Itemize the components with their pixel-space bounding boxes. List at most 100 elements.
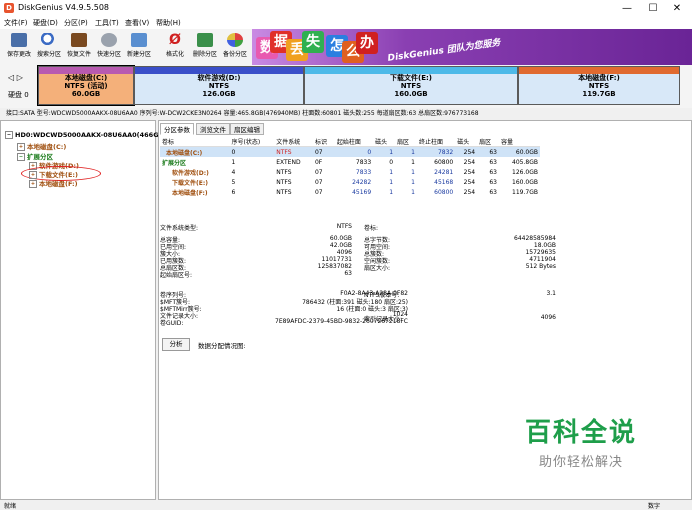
table-cell: 126.0GB bbox=[512, 168, 538, 176]
search-partition-button[interactable]: 搜索分区 bbox=[37, 33, 61, 58]
quick-partition-button[interactable]: 快速分区 bbox=[97, 33, 121, 58]
new-partition-button[interactable]: 新建分区 bbox=[127, 33, 151, 58]
menu-tools[interactable]: 工具(T) bbox=[95, 18, 119, 28]
table-cell: 60800 bbox=[434, 188, 454, 196]
partition-size: 126.0GB bbox=[202, 90, 236, 98]
table-cell: 07 bbox=[314, 148, 323, 156]
table-cell: 254 bbox=[463, 158, 476, 166]
table-cell: 24281 bbox=[434, 168, 454, 176]
table-cell: 60.0GB bbox=[515, 148, 538, 156]
col-header[interactable]: 标识 bbox=[312, 136, 335, 147]
watermark-subtitle: 助你轻松解决 bbox=[538, 455, 623, 470]
tree-disk-node[interactable]: − HD0:WDCWD5000AAKX-08U6AA0(466GB) bbox=[5, 131, 166, 139]
partition-block-d[interactable]: 软件游戏(D:) NTFS 126.0GB bbox=[134, 66, 304, 105]
partition-fs: NTFS bbox=[208, 82, 230, 90]
tree-item-f[interactable]: + 本地磁盘(F:) bbox=[29, 178, 78, 188]
partition-block-e[interactable]: 下载文件(E:) NTFS 160.0GB bbox=[304, 66, 518, 105]
fs-type-key: 文件系统类型: bbox=[160, 225, 199, 232]
col-header[interactable]: 终止柱面 bbox=[416, 136, 456, 147]
delete-partition-button[interactable]: 删除分区 bbox=[193, 33, 217, 58]
partition-block-c[interactable]: 本地磁盘(C:) NTFS (活动) 60.0GB bbox=[37, 65, 135, 106]
partition-fs: NTFS bbox=[588, 82, 610, 90]
detail-value: 125837082 bbox=[317, 263, 352, 270]
table-cell: 下载文件(E:) bbox=[172, 179, 208, 187]
tab-partition-params[interactable]: 分区参数 bbox=[160, 123, 194, 135]
table-header-row: 卷标 序号(状态) 文件系统 标识 起始柱面 磁头 扇区 终止柱面 磁头 扇区 … bbox=[160, 136, 540, 147]
table-cell: 1 bbox=[231, 158, 236, 166]
table-row[interactable]: 下载文件(E:) 5 NTFS 07 24282 1 1 45168 254 63 160.0GB bbox=[160, 177, 540, 187]
magnifier-icon bbox=[41, 33, 57, 47]
promo-banner[interactable]: 数 据 丢 失 怎 么 办 DiskGenius 团队为您服务 bbox=[252, 29, 692, 65]
analyze-button[interactable]: 分析 bbox=[162, 338, 190, 351]
table-cell: 254 bbox=[463, 178, 476, 186]
table-cell: 0 bbox=[389, 158, 394, 166]
disk-label: 硬盘 0 bbox=[8, 91, 29, 99]
col-header[interactable]: 扇区 bbox=[477, 136, 499, 147]
save-changes-button[interactable]: 保存更改 bbox=[7, 33, 31, 58]
banner-char: 失 bbox=[302, 31, 324, 53]
table-cell: 119.7GB bbox=[512, 188, 538, 196]
table-cell: 07 bbox=[314, 178, 323, 186]
menu-view[interactable]: 查看(V) bbox=[125, 18, 149, 28]
col-header[interactable]: 磁头 bbox=[455, 136, 478, 147]
table-row[interactable]: 本地磁盘(C:) 0 NTFS 07 0 1 1 7832 254 63 60.0GB bbox=[160, 146, 540, 157]
col-header[interactable]: 序号(状态) bbox=[229, 136, 275, 147]
col-header[interactable]: 磁头 bbox=[373, 136, 396, 147]
tree-label: 本地磁盘(F:) bbox=[39, 180, 78, 188]
menu-help[interactable]: 帮助(H) bbox=[156, 18, 181, 28]
table-cell: 7833 bbox=[355, 168, 372, 176]
collapse-icon[interactable]: − bbox=[5, 131, 13, 139]
expand-icon[interactable]: + bbox=[17, 143, 25, 151]
table-cell: NTFS bbox=[276, 178, 292, 186]
watermark-title: 百科全说 bbox=[524, 418, 637, 448]
tab-browse-files[interactable]: 浏览文件 bbox=[196, 123, 230, 135]
table-cell: 60800 bbox=[434, 158, 454, 166]
fs-type-value: NTFS bbox=[336, 223, 352, 230]
tree-item-c[interactable]: + 本地磁盘(C:) bbox=[17, 141, 66, 151]
partition-name: 下载文件(E:) bbox=[390, 74, 432, 82]
expand-icon[interactable]: + bbox=[29, 180, 37, 188]
table-cell: 1 bbox=[411, 158, 415, 166]
table-row[interactable]: 扩展分区 1 EXTEND 0F 7833 0 1 60800 254 63 405.8GB bbox=[160, 157, 540, 167]
ntfs-version-value: 3.1 bbox=[546, 290, 556, 297]
allocation-chart-label: 数据分配情况图: bbox=[198, 342, 246, 350]
col-header[interactable]: 起始柱面 bbox=[334, 136, 374, 147]
table-cell: 63 bbox=[489, 188, 497, 196]
disk-nav-arrows[interactable]: ◁ ▷ bbox=[8, 73, 23, 82]
col-header[interactable]: 容量 bbox=[499, 136, 540, 147]
watermark-logo: 百科全说 助你轻松解决 bbox=[494, 398, 668, 484]
col-header[interactable]: 文件系统 bbox=[274, 136, 313, 147]
partition-band bbox=[519, 67, 679, 74]
format-button[interactable]: Ø 格式化 bbox=[164, 33, 186, 58]
col-header[interactable]: 卷标 bbox=[160, 136, 230, 147]
detail-value: 42.0GB bbox=[329, 242, 352, 249]
menu-disk[interactable]: 硬盘(D) bbox=[33, 18, 58, 28]
table-cell: 1 bbox=[411, 168, 415, 176]
table-cell: NTFS bbox=[276, 168, 292, 176]
table-row[interactable]: 软件游戏(D:) 4 NTFS 07 7833 1 1 24281 254 63 126.0GB bbox=[160, 167, 540, 177]
table-cell: 本地磁盘(C:) bbox=[166, 149, 203, 157]
detail-value: 64428585984 bbox=[514, 235, 556, 242]
menu-partition[interactable]: 分区(P) bbox=[64, 18, 88, 28]
collapse-icon[interactable]: − bbox=[17, 153, 25, 161]
tab-sector-edit[interactable]: 扇区编辑 bbox=[230, 123, 264, 135]
status-bar: 就绪 数字 bbox=[0, 500, 692, 510]
partition-name: 本地磁盘(C:) bbox=[64, 74, 108, 82]
table-cell: 405.8GB bbox=[512, 158, 538, 166]
detail-value: 11017731 bbox=[321, 256, 352, 263]
index-record-key: 索引记录大小: bbox=[364, 316, 403, 323]
trash-icon bbox=[197, 33, 213, 47]
table-cell: 0 bbox=[367, 148, 372, 156]
table-cell: 7833 bbox=[355, 158, 372, 166]
partition-block-f[interactable]: 本地磁盘(F:) NTFS 119.7GB bbox=[518, 66, 680, 105]
backup-partition-button[interactable]: 备份分区 bbox=[223, 33, 247, 58]
close-button[interactable]: ✕ bbox=[662, 0, 692, 17]
col-header[interactable]: 扇区 bbox=[395, 136, 417, 147]
recover-icon bbox=[71, 33, 87, 47]
table-cell: NTFS bbox=[276, 188, 292, 196]
table-row[interactable]: 本地磁盘(F:) 6 NTFS 07 45169 1 1 60800 254 63 119.7GB bbox=[160, 187, 540, 197]
table-cell: 63 bbox=[489, 178, 497, 186]
recover-files-button[interactable]: 恢复文件 bbox=[67, 33, 91, 58]
menu-file[interactable]: 文件(F) bbox=[4, 18, 28, 28]
table-cell: 5 bbox=[231, 178, 236, 186]
